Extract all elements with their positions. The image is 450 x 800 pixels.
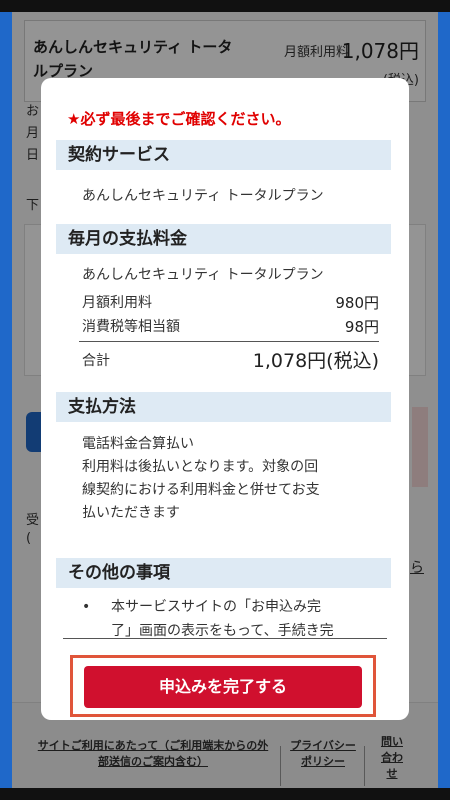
confirmation-modal: ★必ず最後までご確認ください。 契約サービス あんしんセキュリティ トータルプラ…: [41, 78, 409, 720]
confirm-notice: ★必ず最後までご確認ください。: [67, 110, 291, 128]
monthly-value: 980円: [335, 294, 379, 312]
section-heading-contract: 契約サービス: [56, 140, 391, 170]
bottom-bezel: [0, 788, 450, 800]
tax-value: 98円: [344, 318, 379, 336]
tax-label: 消費税等相当額: [82, 319, 180, 335]
screen: あんしんセキュリティ トータルプラン 月額利用料 1,078円 (税込) お 月…: [12, 12, 438, 788]
total-value: 1,078円(税込): [252, 350, 379, 372]
payment-method: 電話料金合算払い: [82, 436, 194, 452]
submit-highlight: 申込みを完了する: [70, 655, 376, 717]
total-label: 合計: [82, 353, 110, 369]
payment-detail-line: 払いただきます: [82, 505, 180, 521]
section-heading-other: その他の事項: [56, 558, 391, 588]
other-bullet-line: 本サービスサイトの「お申込み完: [111, 599, 321, 615]
modal-scroll-area[interactable]: 契約サービス あんしんセキュリティ トータルプラン 毎月の支払料金 あんしんセキ…: [41, 130, 409, 638]
contract-service: あんしんセキュリティ トータルプラン: [82, 188, 324, 204]
total-divider: [79, 341, 379, 342]
payment-detail-line: 線契約における利用料金と併せてお支: [82, 482, 320, 498]
section-heading-payment-method: 支払方法: [56, 392, 391, 422]
complete-application-button[interactable]: 申込みを完了する: [84, 666, 362, 708]
other-bullet-line: 了」画面の表示をもって、手続き完: [111, 623, 334, 638]
payment-plan: あんしんセキュリティ トータルプラン: [82, 267, 324, 283]
scroll-divider: [63, 638, 387, 639]
section-heading-payment-amount: 毎月の支払料金: [56, 224, 391, 254]
device-frame: あんしんセキュリティ トータルプラン 月額利用料 1,078円 (税込) お 月…: [0, 0, 450, 800]
payment-detail-line: 利用料は後払いとなります。対象の回: [82, 459, 319, 475]
top-bezel: [0, 0, 450, 12]
bullet-icon: •: [82, 599, 91, 615]
monthly-label: 月額利用料: [82, 295, 152, 311]
